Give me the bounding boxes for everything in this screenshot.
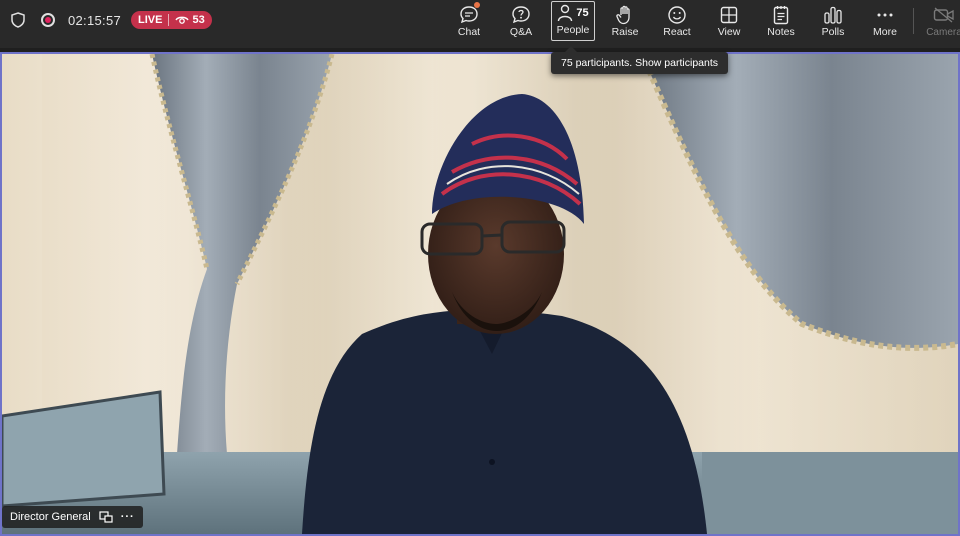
speaker-video — [2, 54, 958, 534]
raise-hand-button[interactable]: Raise — [599, 0, 651, 42]
raise-label: Raise — [611, 26, 639, 38]
people-count: 75 — [576, 7, 589, 19]
notes-label: Notes — [767, 26, 795, 38]
chat-button[interactable]: Chat — [443, 0, 495, 42]
live-badge[interactable]: LIVE 53 — [131, 11, 212, 29]
camera-icon — [933, 6, 955, 27]
ellipsis-icon — [876, 4, 894, 26]
toolbar-actions: Chat Q&A 75 People Raise React View Note… — [443, 0, 911, 44]
screen-share-icon — [99, 511, 113, 523]
notes-button[interactable]: Notes — [755, 0, 807, 42]
polls-button[interactable]: Polls — [807, 0, 859, 42]
meeting-toolbar: 02:15:57 LIVE 53 Chat Q&A 75 People Rais… — [0, 0, 960, 48]
more-label: More — [873, 26, 897, 38]
qa-button[interactable]: Q&A — [495, 0, 547, 42]
record-icon[interactable] — [38, 10, 58, 30]
grid-icon — [720, 4, 738, 26]
participant-name: Director General — [10, 511, 91, 523]
react-label: React — [663, 26, 691, 38]
chat-label: Chat — [457, 26, 481, 38]
viewer-count: 53 — [192, 14, 205, 26]
camera-label: Camera — [926, 27, 960, 38]
notification-dot — [474, 2, 480, 8]
live-label: LIVE — [138, 14, 163, 26]
more-button[interactable]: More — [859, 0, 911, 42]
camera-button[interactable]: Camera — [924, 0, 960, 42]
people-icon: 75 — [557, 2, 589, 24]
hand-icon — [616, 4, 634, 26]
notes-icon — [773, 4, 789, 26]
view-button[interactable]: View — [703, 0, 755, 42]
video-stage[interactable] — [0, 52, 960, 536]
question-icon — [511, 4, 531, 26]
react-button[interactable]: React — [651, 0, 703, 42]
meeting-timer: 02:15:57 — [68, 12, 122, 28]
participant-name-tag[interactable]: Director General ··· — [2, 506, 143, 528]
people-label: People — [556, 24, 590, 36]
people-button[interactable]: 75 People — [551, 1, 595, 41]
qa-label: Q&A — [509, 26, 533, 38]
polls-icon — [823, 4, 843, 26]
eye-icon — [175, 16, 190, 24]
polls-label: Polls — [821, 26, 845, 38]
view-label: View — [717, 26, 741, 38]
people-tooltip: 75 participants. Show participants — [551, 46, 729, 74]
participant-more-icon[interactable]: ··· — [121, 511, 135, 523]
toolbar-left: 02:15:57 LIVE 53 — [8, 0, 212, 40]
smiley-icon — [667, 4, 687, 26]
shield-icon[interactable] — [8, 10, 28, 30]
toolbar-divider — [913, 8, 914, 34]
